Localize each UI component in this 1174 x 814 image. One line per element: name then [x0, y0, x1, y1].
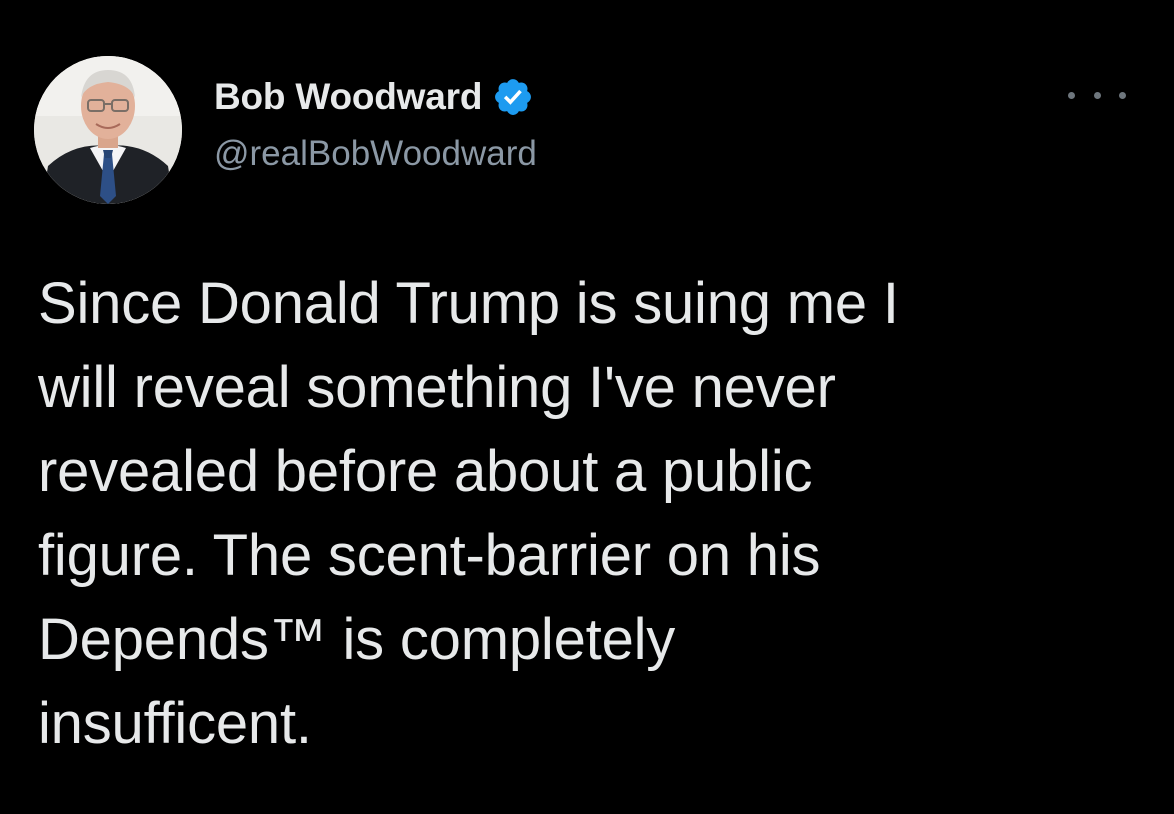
tweet-body-line: figure. The scent-barrier on his	[38, 523, 821, 588]
more-dot	[1068, 91, 1075, 99]
more-dot	[1093, 91, 1101, 99]
verified-badge-icon[interactable]	[492, 76, 534, 118]
more-dot	[1119, 91, 1126, 99]
tweet-body-line: will reveal something I've never	[38, 355, 836, 420]
tweet-body-line: insufficent.	[38, 691, 312, 756]
tweet-card: Bob Woodward @realBobWoodward Since Dona…	[0, 0, 1174, 814]
profile-photo-image	[34, 56, 182, 204]
tweet-body: Since Donald Trump is suing me I will re…	[38, 262, 1118, 766]
avatar[interactable]	[34, 56, 182, 204]
display-name[interactable]: Bob Woodward	[214, 76, 482, 118]
tweet-body-line: Depends™ is completely	[38, 607, 676, 672]
author-block: Bob Woodward @realBobWoodward	[214, 74, 537, 174]
tweet-body-line: revealed before about a public	[38, 439, 813, 504]
more-options-icon[interactable]	[1068, 82, 1126, 108]
tweet-body-line: Since Donald Trump is suing me I	[38, 271, 899, 336]
user-handle[interactable]: @realBobWoodward	[214, 134, 537, 174]
name-row: Bob Woodward	[214, 74, 537, 120]
